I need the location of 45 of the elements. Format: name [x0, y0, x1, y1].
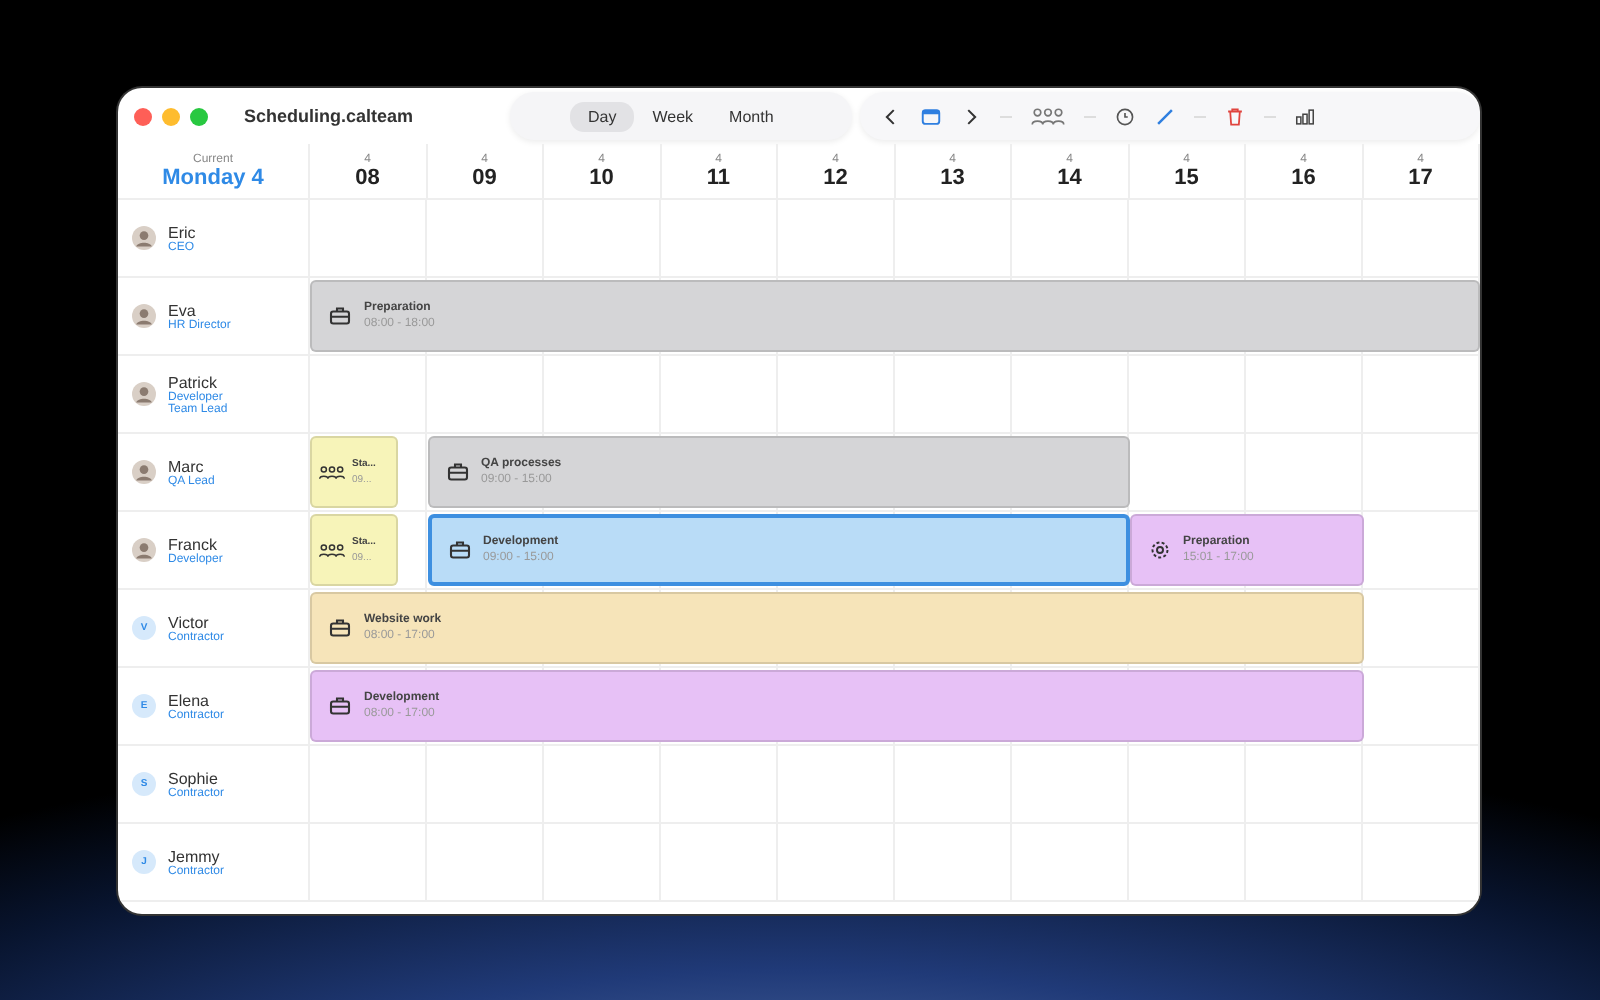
avatar-icon — [132, 304, 156, 328]
people-icon[interactable] — [1029, 105, 1066, 127]
hour-label: 15 — [1174, 165, 1199, 189]
pen-icon[interactable] — [1153, 105, 1176, 127]
briefcase-icon — [328, 616, 352, 640]
gear-icon — [1147, 538, 1171, 562]
view-tab[interactable]: Month — [711, 101, 792, 131]
hour-label: 17 — [1408, 165, 1433, 189]
person-name: Marc — [168, 457, 206, 475]
person-name: Jemmy — [168, 847, 220, 865]
hour-label: 16 — [1291, 165, 1316, 189]
people-icon — [318, 463, 346, 481]
calendar-icon[interactable] — [919, 105, 942, 127]
avatar-icon — [132, 382, 156, 406]
person-name: Eva — [168, 301, 198, 319]
view-tab[interactable]: Day — [570, 101, 635, 131]
person-name: Victor — [168, 613, 209, 631]
bar-chart-icon[interactable] — [1293, 105, 1316, 127]
hour-label: 11 — [706, 165, 731, 189]
briefcase-icon — [328, 694, 352, 718]
hour-label: 12 — [823, 165, 848, 189]
hour-label: 14 — [1057, 165, 1082, 189]
hour-label: 08 — [355, 165, 380, 189]
person-name: Elena — [168, 691, 209, 709]
zoom-icon[interactable] — [190, 107, 208, 125]
briefcase-icon — [447, 538, 471, 562]
avatar-icon — [132, 226, 156, 250]
briefcase-icon — [445, 460, 469, 484]
person-name: Patrick — [168, 373, 217, 391]
hour-label: 09 — [472, 165, 497, 189]
hour-label: 10 — [589, 165, 614, 189]
trash-icon[interactable] — [1223, 105, 1246, 127]
briefcase-icon — [328, 304, 352, 328]
current-date: Monday 4 — [162, 165, 264, 189]
close-icon[interactable] — [134, 107, 152, 125]
window-title: Scheduling.calteam — [244, 106, 416, 126]
avatar-icon — [132, 538, 156, 562]
view-tab[interactable]: Week — [634, 101, 712, 131]
person-name: Eric — [168, 223, 196, 241]
avatar-icon — [132, 460, 156, 484]
hour-label: 13 — [940, 165, 965, 189]
people-icon — [318, 541, 346, 559]
person-name: Franck — [168, 535, 217, 553]
clock-icon[interactable] — [1113, 105, 1136, 127]
person-name: Sophie — [168, 769, 218, 787]
